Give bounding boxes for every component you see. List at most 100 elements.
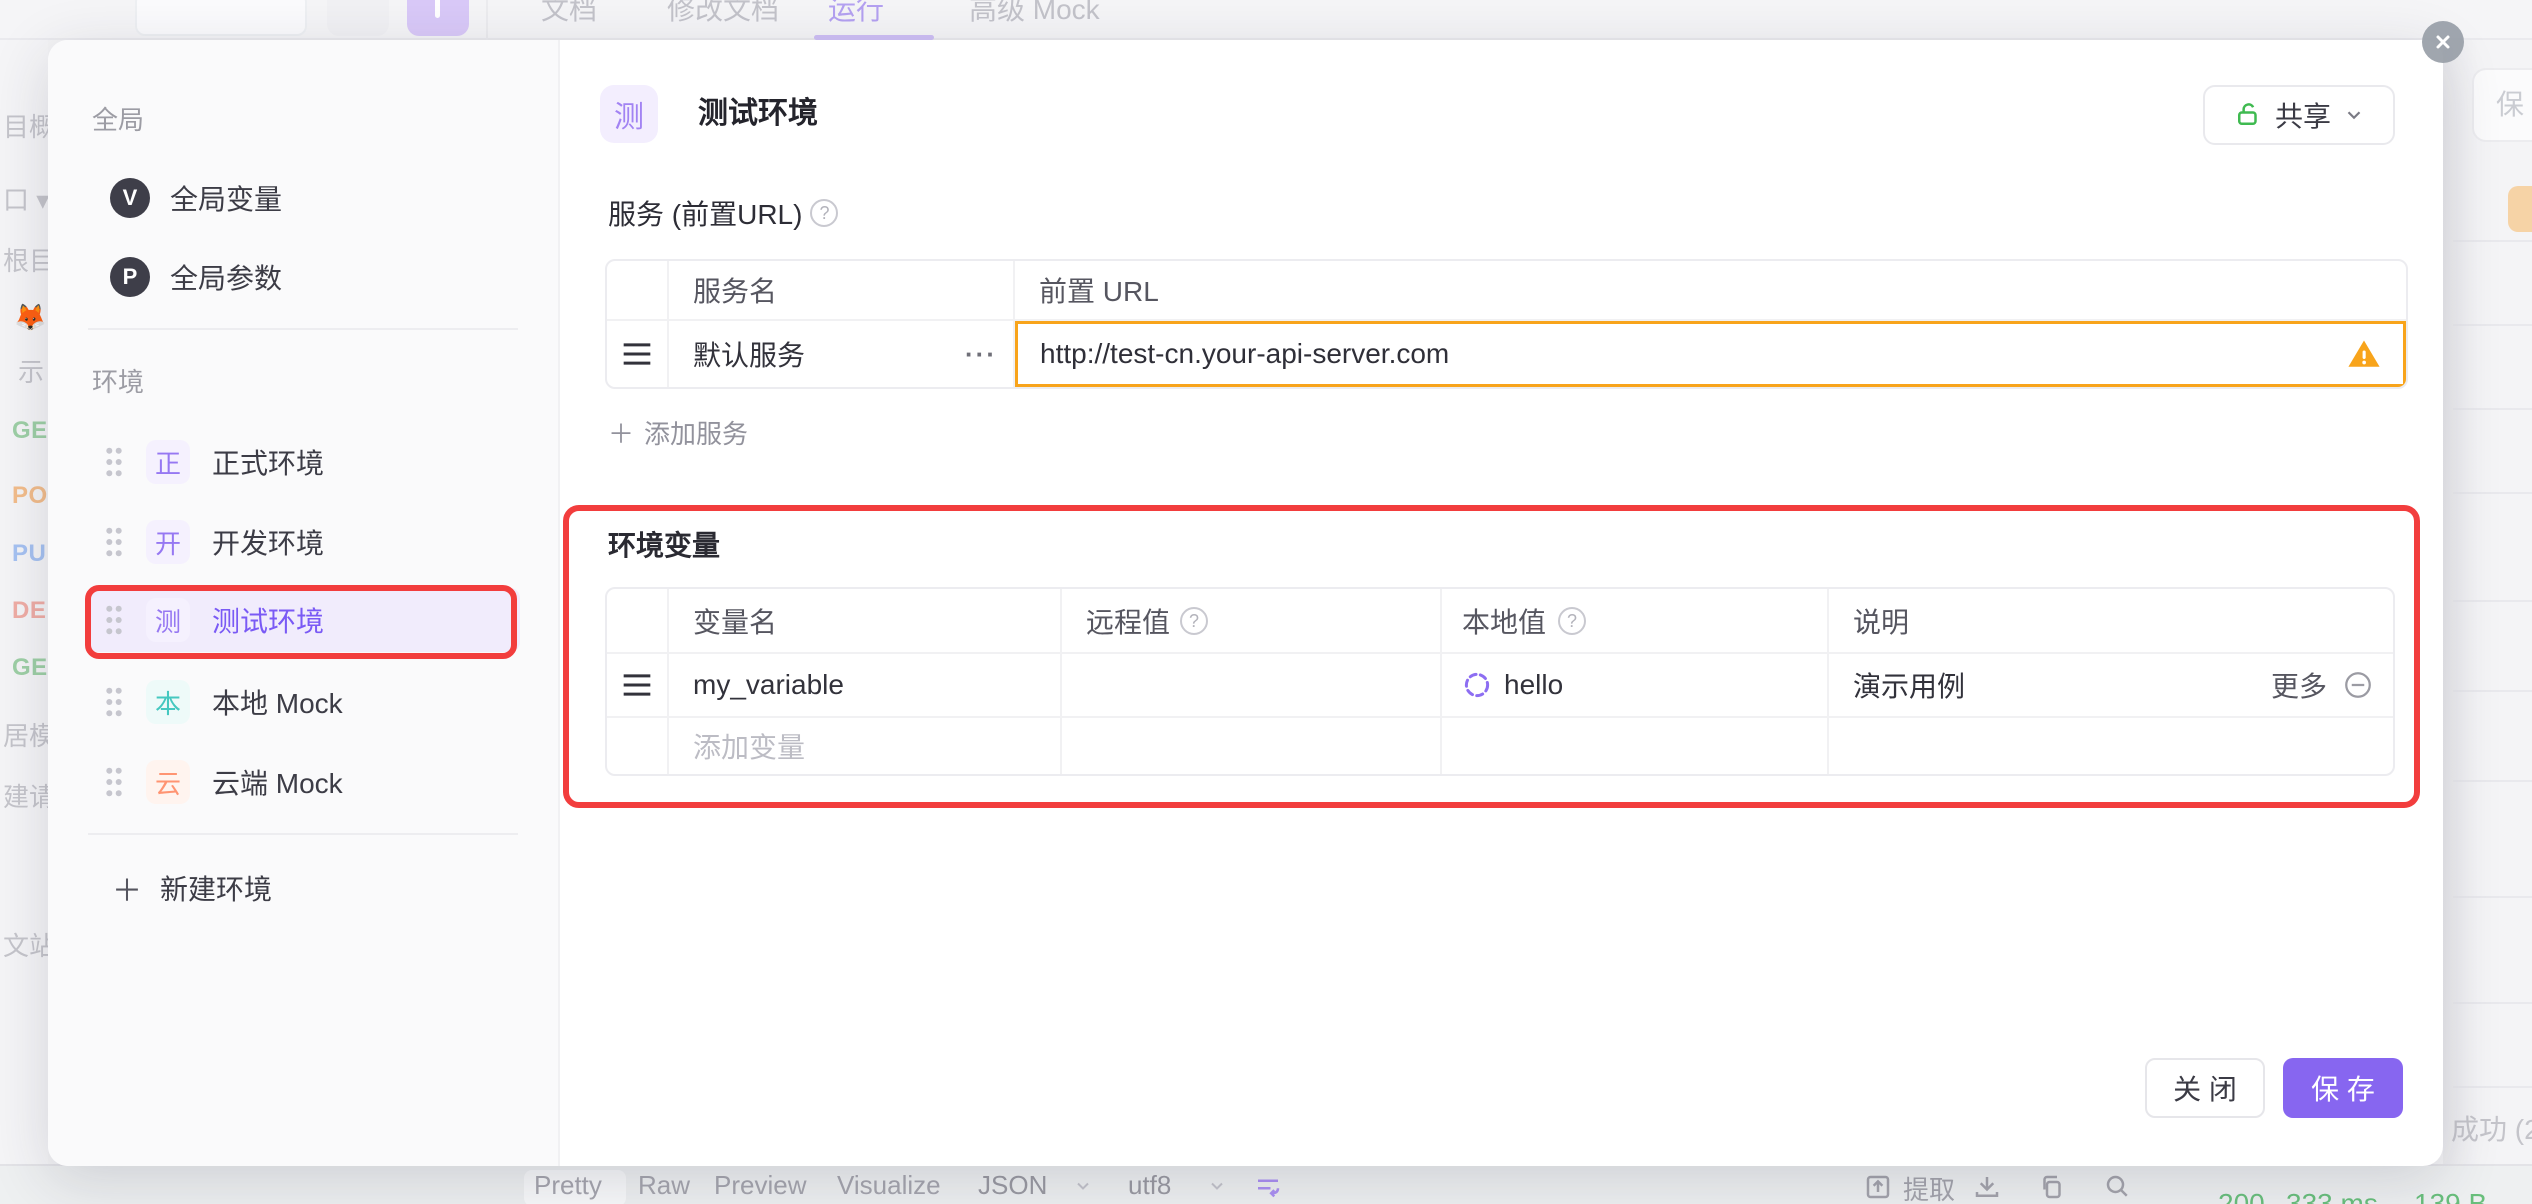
sidebar-item-data-model-partial[interactable]: 居模 — [3, 716, 48, 753]
global-variables-label: 全局变量 — [170, 178, 282, 218]
format-select[interactable]: JSON — [978, 1170, 1047, 1201]
variables-table: 变量名 远程值 本地值 说明 my_variable hello 演示用例 — [605, 587, 2395, 776]
sidebar-item-root-partial[interactable]: 根目 — [3, 241, 48, 278]
modal-content: 测 测试环境 共享 服务 (前置URL) 服务名 前置 URL — [560, 40, 2443, 1166]
send-button-partial[interactable] — [327, 0, 389, 36]
remote-value-cell[interactable] — [1062, 654, 1442, 716]
variable-icon: V — [110, 178, 150, 218]
method-delete-label[interactable]: DE — [12, 597, 46, 625]
drag-handle-icon[interactable] — [607, 321, 669, 387]
env-item-cloud-mock[interactable]: 云 云端 Mock — [88, 750, 520, 814]
variable-name-cell[interactable]: my_variable — [669, 654, 1062, 716]
add-service-button[interactable]: ＋ 添加服务 — [608, 414, 748, 451]
help-icon[interactable] — [1180, 607, 1208, 635]
env-item-production[interactable]: 正 正式环境 — [88, 430, 520, 494]
app-screen: 文档 修改文档 运行 高级 Mock 目概 口 ▾ 根目 🦊 示 GE PO P… — [0, 0, 2532, 1204]
primary-action-button-partial[interactable] — [407, 0, 469, 36]
global-params-label: 全局参数 — [170, 257, 282, 297]
duration-value: 333 ms — [2286, 1188, 2378, 1204]
method-get-label[interactable]: GE — [12, 654, 48, 682]
new-environment-button[interactable]: ＋ 新建环境 — [88, 860, 520, 916]
save-button[interactable]: 保 存 — [2283, 1058, 2403, 1118]
download-icon[interactable] — [1972, 1172, 2002, 1204]
share-button[interactable]: 共享 — [2203, 85, 2395, 145]
close-icon[interactable] — [2422, 21, 2464, 63]
tab-advanced-mock[interactable]: 高级 Mock — [969, 0, 1100, 32]
search-icon[interactable] — [2103, 1172, 2133, 1204]
word-wrap-icon[interactable] — [1253, 1172, 1283, 1204]
sidebar-item-global-variables[interactable]: V 全局变量 — [88, 166, 520, 230]
description-text: 演示用例 — [1853, 665, 1965, 705]
encoding-select[interactable]: utf8 — [1128, 1170, 1171, 1201]
tab-preview[interactable]: Preview — [714, 1170, 806, 1201]
service-section-label: 服务 (前置URL) — [608, 193, 838, 233]
tab-visualize[interactable]: Visualize — [837, 1170, 941, 1201]
request-url-input-partial[interactable] — [135, 0, 307, 36]
drag-handle-icon[interactable] — [104, 767, 124, 797]
plus-icon: ＋ — [608, 414, 634, 451]
sidebar-item-global-params[interactable]: P 全局参数 — [88, 245, 520, 309]
plus-icon: ＋ — [112, 866, 142, 910]
share-label: 共享 — [2275, 95, 2331, 135]
unlock-icon — [2233, 100, 2263, 130]
method-post-label[interactable]: PO — [12, 482, 48, 510]
env-label: 云端 Mock — [212, 762, 343, 802]
tab-docs[interactable]: 文档 — [541, 0, 597, 32]
env-item-development[interactable]: 开 开发环境 — [88, 510, 520, 574]
env-badge: 开 — [146, 520, 190, 564]
help-icon[interactable] — [810, 199, 838, 227]
env-badge: 测 — [146, 598, 190, 642]
close-button[interactable]: 关 闭 — [2145, 1058, 2265, 1118]
more-button[interactable]: 更多 — [2271, 665, 2327, 705]
chevron-down-icon — [1073, 1176, 1093, 1201]
drag-column-header — [607, 261, 669, 319]
remote-value-header: 远程值 — [1062, 589, 1442, 652]
empty-local-cell[interactable] — [1442, 718, 1829, 774]
sidebar-item-example-partial[interactable]: 示 — [18, 352, 44, 389]
add-variable-input[interactable]: 添加变量 — [669, 718, 1062, 774]
description-cell[interactable]: 演示用例 更多 — [1829, 654, 2393, 716]
env-label: 测试环境 — [212, 600, 324, 640]
sidebar-divider — [88, 833, 518, 835]
save-button-partial[interactable]: 保 — [2472, 68, 2532, 142]
drag-handle-icon[interactable] — [607, 654, 669, 716]
help-icon[interactable] — [1558, 607, 1586, 635]
base-url-cell: http://test-cn.your-api-server.com — [1015, 321, 2406, 387]
tab-pretty[interactable]: Pretty — [534, 1170, 602, 1201]
method-put-label[interactable]: PU — [12, 540, 46, 568]
sidebar-item-new-request-partial[interactable]: 建请 — [3, 777, 48, 814]
drag-handle-icon[interactable] — [104, 527, 124, 557]
tab-raw[interactable]: Raw — [638, 1170, 690, 1201]
copy-icon[interactable] — [2037, 1172, 2067, 1204]
base-url-input[interactable]: http://test-cn.your-api-server.com — [1015, 321, 2406, 387]
drag-handle-icon[interactable] — [104, 605, 124, 635]
tab-run[interactable]: 运行 — [828, 0, 884, 32]
tab-edit-docs[interactable]: 修改文档 — [667, 0, 779, 32]
topbar-divider — [486, 0, 488, 40]
sidebar-item-doc-site-partial[interactable]: 文站 — [3, 926, 48, 963]
service-name-cell[interactable]: 默认服务 ··· — [669, 321, 1015, 387]
env-item-testing-selected[interactable]: 测 测试环境 — [88, 588, 520, 652]
extract-icon[interactable] — [1863, 1172, 1893, 1204]
local-value-cell[interactable]: hello — [1442, 654, 1829, 716]
local-value-header: 本地值 — [1442, 589, 1829, 652]
sidebar-item-overview-partial[interactable]: 目概 — [3, 107, 48, 144]
empty-desc-cell[interactable] — [1829, 718, 2393, 774]
variables-table-header: 变量名 远程值 本地值 说明 — [607, 589, 2393, 652]
env-badge: 云 — [146, 760, 190, 804]
background-left-sidebar: 目概 口 ▾ 根目 🦊 示 GE PO PU DE GE 居模 建请 文站 — [0, 40, 48, 1164]
background-right-panel: 保 成功 (2 — [2443, 40, 2532, 1164]
drag-handle-icon[interactable] — [104, 687, 124, 717]
extract-label[interactable]: 提取 — [1903, 1170, 1955, 1204]
method-get-label[interactable]: GE — [12, 417, 48, 445]
empty-remote-cell[interactable] — [1062, 718, 1442, 774]
env-label: 正式环境 — [212, 442, 324, 482]
base-url-value: http://test-cn.your-api-server.com — [1040, 338, 2347, 370]
env-item-local-mock[interactable]: 本 本地 Mock — [88, 670, 520, 734]
env-title-badge: 测 — [600, 85, 658, 143]
sidebar-item-api-partial[interactable]: 口 ▾ — [3, 180, 48, 217]
drag-handle-icon[interactable] — [104, 447, 124, 477]
more-options-icon[interactable]: ··· — [965, 339, 997, 370]
remove-row-icon[interactable] — [2343, 670, 2373, 700]
env-badge: 本 — [146, 680, 190, 724]
